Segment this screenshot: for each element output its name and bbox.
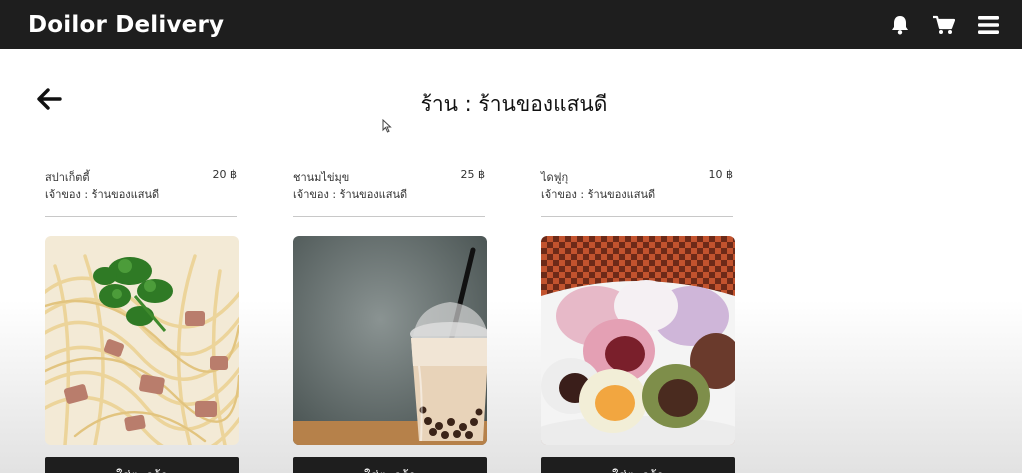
product-name: ไดฟูกุ [541, 171, 569, 184]
product-card: สปาเก็ตตี้ 20 ฿ เจ้าของ : ร้านของแสนดี [45, 168, 239, 473]
daifuku-image [541, 236, 735, 445]
brand-logo[interactable]: Doilor Delivery [28, 12, 224, 38]
cart-icon[interactable] [932, 13, 956, 37]
product-info: สปาเก็ตตี้ 20 ฿ เจ้าของ : ร้านของแสนดี [45, 168, 239, 208]
spaghetti-image [45, 236, 239, 445]
product-owner: เจ้าของ : ร้านของแสนดี [45, 188, 160, 201]
product-name: สปาเก็ตตี้ [45, 171, 90, 184]
product-price: 20 ฿ [212, 168, 238, 181]
product-owner: เจ้าของ : ร้านของแสนดี [293, 188, 408, 201]
bubble-milk-tea-image [293, 236, 487, 445]
product-price: 10 ฿ [708, 168, 734, 181]
product-name: ชานมไข่มุข [293, 171, 350, 184]
add-to-cart-button[interactable]: ใส่ตะกร้า [45, 457, 239, 473]
bell-icon[interactable] [888, 13, 912, 37]
product-price: 25 ฿ [460, 168, 486, 181]
product-owner: เจ้าของ : ร้านของแสนดี [541, 188, 656, 201]
card-divider [293, 216, 485, 217]
card-divider [45, 216, 237, 217]
product-card: ชานมไข่มุข 25 ฿ เจ้าของ : ร้านของแสนดี [293, 168, 487, 473]
product-info: ไดฟูกุ 10 ฿ เจ้าของ : ร้านของแสนดี [541, 168, 735, 208]
nav-icons [888, 13, 1000, 37]
top-navbar: Doilor Delivery [0, 0, 1022, 49]
card-divider [541, 216, 733, 217]
mouse-cursor-icon [382, 118, 392, 137]
menu-icon[interactable] [976, 13, 1000, 37]
add-to-cart-button[interactable]: ใส่ตะกร้า [293, 457, 487, 473]
store-title: ร้าน : ร้านของแสนดี [420, 92, 608, 116]
product-card: ไดฟูกุ 10 ฿ เจ้าของ : ร้านของแสนดี [541, 168, 735, 473]
add-to-cart-button[interactable]: ใส่ตะกร้า [541, 457, 735, 473]
product-info: ชานมไข่มุข 25 ฿ เจ้าของ : ร้านของแสนดี [293, 168, 487, 208]
